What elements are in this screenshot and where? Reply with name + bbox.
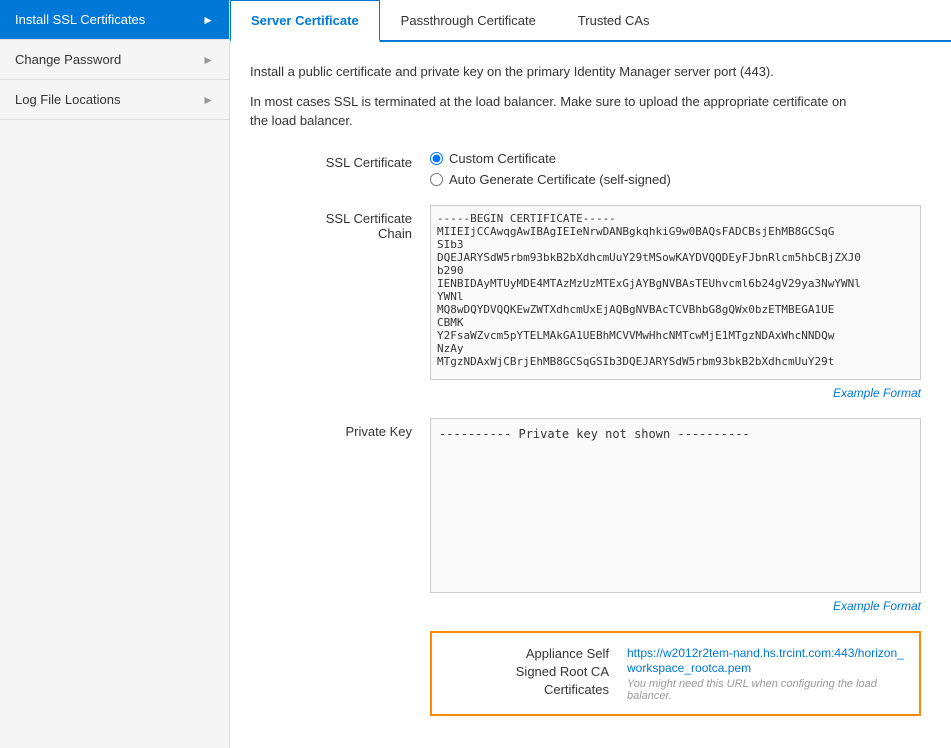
main-content: Server Certificate Passthrough Certifica… <box>230 0 951 748</box>
private-key-row: Private Key ---------- Private key not s… <box>250 418 921 613</box>
tab-server-certificate[interactable]: Server Certificate <box>230 0 380 42</box>
chevron-right-icon: ► <box>202 93 214 107</box>
ssl-certificate-options: Custom Certificate Auto Generate Certifi… <box>430 151 921 187</box>
appliance-inner: Appliance SelfSigned Root CACertificates… <box>447 645 904 702</box>
appliance-url-link[interactable]: https://w2012r2tem-nand.hs.trcint.com:44… <box>627 646 904 675</box>
appliance-value: https://w2012r2tem-nand.hs.trcint.com:44… <box>627 645 904 702</box>
ssl-chain-label: SSL CertificateChain <box>250 205 430 241</box>
description-block: Install a public certificate and private… <box>250 62 850 131</box>
sidebar-item-install-ssl[interactable]: Install SSL Certificates ► <box>0 0 229 40</box>
radio-auto-label: Auto Generate Certificate (self-signed) <box>449 172 671 187</box>
ssl-chain-textarea[interactable]: -----BEGIN CERTIFICATE----- MIIEIjCCAwqg… <box>430 205 921 380</box>
content-area: Install a public certificate and private… <box>230 42 951 748</box>
sidebar-item-label: Install SSL Certificates <box>15 12 145 27</box>
ssl-chain-field: -----BEGIN CERTIFICATE----- MIIEIjCCAwqg… <box>430 205 921 400</box>
radio-auto-input[interactable] <box>430 173 443 186</box>
sidebar: Install SSL Certificates ► Change Passwo… <box>0 0 230 748</box>
sidebar-item-change-password[interactable]: Change Password ► <box>0 40 229 80</box>
appliance-label: Appliance SelfSigned Root CACertificates <box>447 645 627 700</box>
private-key-example-format-link[interactable]: Example Format <box>430 599 921 613</box>
tab-passthrough-certificate[interactable]: Passthrough Certificate <box>380 0 557 42</box>
appliance-hint: You might need this URL when configuring… <box>627 678 904 702</box>
ssl-chain-row: SSL CertificateChain -----BEGIN CERTIFIC… <box>250 205 921 400</box>
ssl-certificate-row: SSL Certificate Custom Certificate Auto … <box>250 151 921 187</box>
private-key-field: ---------- Private key not shown -------… <box>430 418 921 613</box>
sidebar-item-log-file-locations[interactable]: Log File Locations ► <box>0 80 229 120</box>
radio-auto-generate[interactable]: Auto Generate Certificate (self-signed) <box>430 172 921 187</box>
tab-trusted-cas[interactable]: Trusted CAs <box>557 0 671 42</box>
private-key-textarea[interactable]: ---------- Private key not shown -------… <box>430 418 921 593</box>
radio-custom-input[interactable] <box>430 152 443 165</box>
radio-custom-certificate[interactable]: Custom Certificate <box>430 151 921 166</box>
description-line1: Install a public certificate and private… <box>250 62 850 82</box>
radio-group: Custom Certificate Auto Generate Certifi… <box>430 151 921 187</box>
ssl-certificate-label: SSL Certificate <box>250 151 430 170</box>
sidebar-item-label: Log File Locations <box>15 92 121 107</box>
chevron-right-icon: ► <box>202 13 214 27</box>
tab-bar: Server Certificate Passthrough Certifica… <box>230 0 951 42</box>
radio-custom-label: Custom Certificate <box>449 151 556 166</box>
chevron-right-icon: ► <box>202 53 214 67</box>
private-key-label: Private Key <box>250 418 430 439</box>
description-line2: In most cases SSL is terminated at the l… <box>250 92 850 131</box>
ssl-chain-example-format-link[interactable]: Example Format <box>430 386 921 400</box>
appliance-box: Appliance SelfSigned Root CACertificates… <box>430 631 921 716</box>
sidebar-item-label: Change Password <box>15 52 121 67</box>
